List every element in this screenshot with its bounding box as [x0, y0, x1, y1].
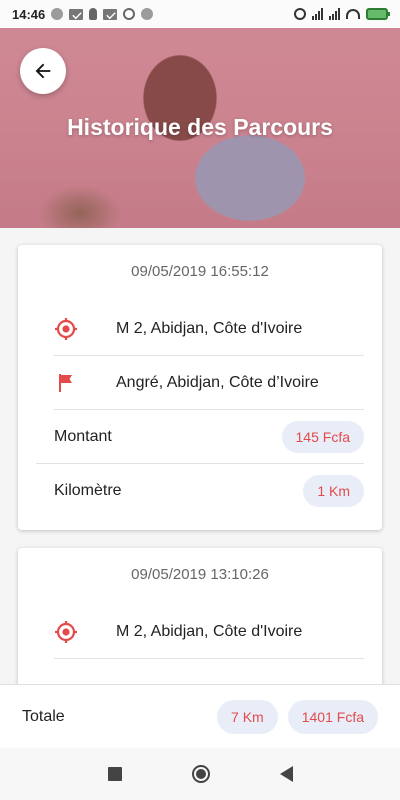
- trip-list[interactable]: 09/05/2019 16:55:12 M 2, Abidjan, Côte d…: [0, 228, 400, 684]
- trip-date: 09/05/2019 13:10:26: [131, 566, 269, 583]
- page-title: Historique des Parcours: [67, 114, 333, 140]
- notification-dot-icon: [51, 8, 64, 20]
- trip-date: 09/05/2019 16:55:12: [131, 263, 269, 280]
- status-bar: 14:46: [0, 0, 400, 28]
- recents-icon[interactable]: [107, 767, 122, 781]
- gmail-icon: [103, 8, 118, 20]
- trip-card[interactable]: 09/05/2019 16:55:12 M 2, Abidjan, Côte d…: [18, 245, 382, 530]
- battery-icon: [366, 8, 390, 20]
- back-triangle-icon[interactable]: [279, 766, 293, 782]
- trip-end-row: [54, 659, 364, 684]
- trip-card[interactable]: 09/05/2019 13:10:26 M 2, Abidjan, Côte d…: [18, 548, 382, 684]
- arrow-left-icon: [35, 63, 51, 79]
- amount-label: Montant: [54, 427, 112, 445]
- whatsapp-icon: [123, 8, 136, 20]
- trip-start-address: M 2, Abidjan, Côte d'Ivoire: [116, 319, 303, 337]
- total-distance-badge: 7 Km: [217, 699, 278, 734]
- trip-end-address: Angré, Abidjan, Côte d’Ivoire: [116, 373, 319, 391]
- trip-start-row: M 2, Abidjan, Côte d'Ivoire: [54, 302, 364, 356]
- person-icon: [89, 8, 98, 20]
- system-nav-bar: [0, 748, 400, 800]
- target-location-icon: [54, 620, 116, 644]
- trip-end-row: Angré, Abidjan, Côte d’Ivoire: [54, 356, 364, 410]
- total-amount-badge: 1401 Fcfa: [287, 699, 378, 734]
- total-label: Totale: [22, 707, 65, 725]
- total-bar: Totale 7 Km 1401 Fcfa: [0, 684, 400, 748]
- total-badges: 7 Km 1401 Fcfa: [217, 699, 378, 734]
- alarm-icon: [294, 8, 306, 20]
- header-banner: Historique des Parcours: [0, 28, 400, 228]
- trip-distance-row: Kilomètre 1 Km: [36, 464, 364, 518]
- home-icon[interactable]: [191, 765, 210, 783]
- trip-start-address: M 2, Abidjan, Côte d'Ivoire: [116, 622, 303, 640]
- wifi-icon: [346, 9, 360, 19]
- distance-badge: 1 Km: [303, 475, 364, 507]
- signal-icon: [312, 8, 323, 20]
- gmail-icon: [69, 8, 84, 20]
- status-time: 14:46: [12, 6, 46, 22]
- trip-amount-row: Montant 145 Fcfa: [36, 410, 364, 464]
- notification-dot-icon: [141, 8, 154, 20]
- amount-badge: 145 Fcfa: [281, 420, 364, 453]
- back-button[interactable]: [20, 48, 66, 94]
- trip-start-row: M 2, Abidjan, Côte d'Ivoire: [54, 605, 364, 659]
- distance-label: Kilomètre: [54, 482, 122, 499]
- signal-icon: [329, 8, 340, 20]
- flag-icon: [54, 371, 116, 395]
- target-location-icon: [54, 317, 116, 341]
